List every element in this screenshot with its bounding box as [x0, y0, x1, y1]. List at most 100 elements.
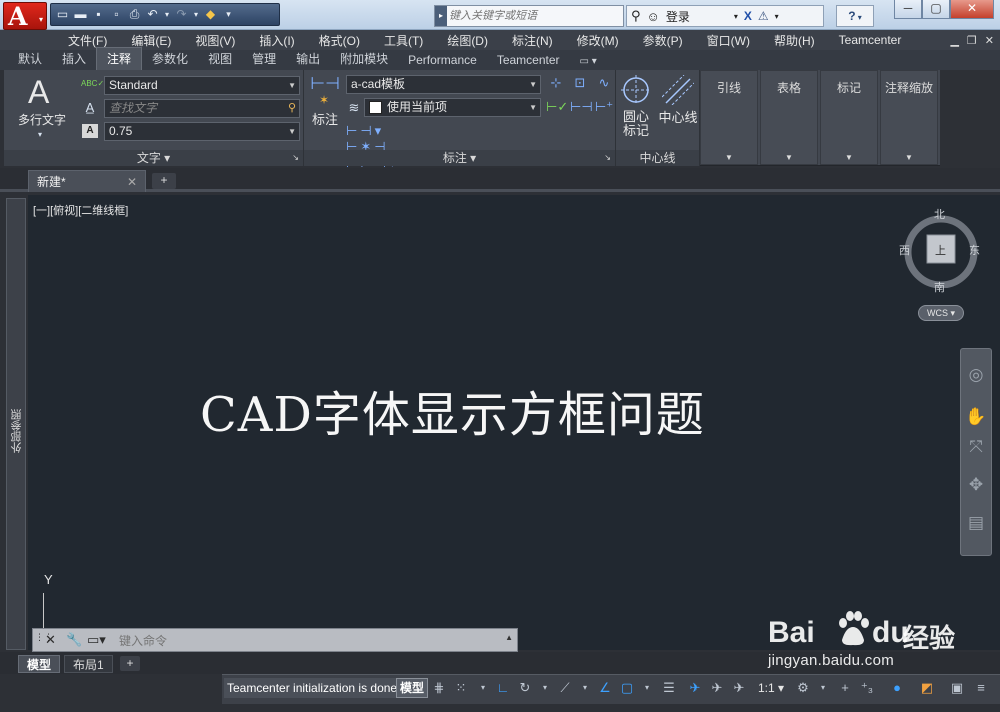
dim-jog-icon[interactable]: ∿	[594, 75, 614, 91]
menu-window[interactable]: 窗口(W)	[695, 32, 762, 49]
panel-leader[interactable]: 引线 ▼	[700, 70, 758, 165]
menu-file[interactable]: 文件(F)	[56, 32, 119, 49]
panel-annoscale-dropdown-icon[interactable]: ▼	[881, 153, 937, 162]
snap-dropdown-icon[interactable]: ▾	[474, 678, 492, 698]
mtext-icon[interactable]: A	[28, 74, 49, 110]
centerline-panel-title[interactable]: 中心线	[616, 150, 699, 166]
isodraft-dropdown-icon[interactable]: ▾	[576, 678, 594, 698]
centerline-icon[interactable]	[662, 75, 694, 105]
command-prompt-icon[interactable]: ▭▾	[87, 632, 106, 648]
mtext-label[interactable]: 多行文字	[12, 112, 72, 128]
panel-markup-dropdown-icon[interactable]: ▼	[821, 153, 877, 162]
pan-icon[interactable]: ✋	[961, 407, 991, 427]
tab-output[interactable]: 输出	[286, 48, 330, 70]
save-icon[interactable]: ▪	[91, 7, 106, 22]
compass-west[interactable]: 西	[899, 242, 910, 258]
compass-north[interactable]: 北	[934, 206, 945, 222]
maximize-button[interactable]: ▢	[922, 0, 950, 19]
dimension-panel-title[interactable]: 标注 ▾ ↘	[304, 150, 615, 166]
doc-restore-icon[interactable]: ❐	[967, 34, 977, 47]
help-button[interactable]: ? ▾	[836, 5, 874, 27]
tab-addins[interactable]: 附加模块	[330, 48, 398, 70]
osnap-dropdown-icon[interactable]: ▾	[638, 678, 656, 698]
save-as-icon[interactable]: ▫	[109, 7, 124, 22]
add-layout-button[interactable]: +	[120, 656, 140, 671]
center-mark-icon[interactable]	[621, 75, 651, 105]
login-link[interactable]: 登录	[666, 8, 690, 25]
mtext-dropdown-icon[interactable]: ▾	[38, 127, 42, 143]
tab-parametric[interactable]: 参数化	[142, 48, 198, 70]
dim-inspect-icon[interactable]: ⊡	[570, 75, 590, 91]
polar-dropdown-icon[interactable]: ▾	[536, 678, 554, 698]
osnap-icon[interactable]: ▢	[618, 678, 636, 698]
new-file-icon[interactable]: ▭	[55, 7, 70, 22]
panel-table[interactable]: 表格 ▼	[760, 70, 818, 165]
close-tab-icon[interactable]: ✕	[127, 171, 137, 193]
model-space-toggle[interactable]: 模型	[396, 678, 429, 698]
showmotion-icon[interactable]: ▤	[961, 513, 991, 533]
viewcube-top-face[interactable]: 上	[935, 242, 946, 258]
search-input[interactable]	[449, 7, 619, 25]
orbit-icon[interactable]: ✥	[961, 475, 991, 495]
menu-help[interactable]: 帮助(H)	[762, 32, 827, 49]
workspace-gear-icon[interactable]: ⚙	[794, 678, 812, 698]
menu-draw[interactable]: 绘图(D)	[435, 32, 500, 49]
dim-reassociate-icon[interactable]: ⊢⊣	[570, 99, 593, 115]
binoculars-icon[interactable]: ⚲	[631, 8, 641, 24]
menu-teamcenter[interactable]: Teamcenter	[827, 33, 914, 47]
lineweight-icon[interactable]: ☰	[660, 678, 678, 698]
dim-update-icon[interactable]: ⊢✓	[546, 99, 568, 115]
compass-east[interactable]: 东	[969, 242, 980, 258]
spellcheck-icon[interactable]: ABC✓	[81, 76, 104, 92]
dimension-icon[interactable]: ⊢⊣	[310, 75, 340, 92]
minimize-button[interactable]: ─	[894, 0, 922, 19]
a360-icon[interactable]: ⚠	[758, 9, 769, 23]
viewport-controls-label[interactable]: [一][俯视][二维线框]	[33, 202, 128, 218]
menu-tools[interactable]: 工具(T)	[372, 32, 435, 49]
workspace-dropdown-icon[interactable]: ▾	[814, 678, 832, 698]
tab-model[interactable]: 模型	[18, 655, 61, 673]
steering-wheel-icon[interactable]: ◎	[961, 365, 991, 385]
doc-close-icon[interactable]: ✕	[985, 34, 994, 47]
isodraft-icon[interactable]: ⟋	[556, 678, 574, 698]
find-text-icon[interactable]: A̲	[82, 100, 98, 116]
open-folder-icon[interactable]: ▬	[73, 7, 88, 22]
doc-minimize-icon[interactable]: ▁	[950, 34, 958, 47]
menu-insert[interactable]: 插入(I)	[247, 32, 306, 49]
tab-view[interactable]: 视图	[198, 48, 242, 70]
menu-dimension[interactable]: 标注(N)	[500, 32, 565, 49]
tab-insert[interactable]: 插入	[52, 48, 96, 70]
redo-dropdown-icon[interactable]: ▾	[192, 7, 200, 22]
auto-scale-icon[interactable]: ✈	[708, 678, 726, 698]
menu-format[interactable]: 格式(O)	[307, 32, 372, 49]
dim-override-icon[interactable]: ⊢⁺	[594, 99, 614, 115]
close-button[interactable]: ✕	[950, 0, 994, 19]
customize-status-icon[interactable]: ≡	[972, 678, 990, 698]
isolate-objects-icon[interactable]: ●	[888, 678, 906, 698]
dim-layer-select[interactable]: 使用当前项 ▼	[364, 98, 541, 117]
snap-icon[interactable]: ⁙	[452, 678, 470, 698]
dimstyle-select[interactable]: a-cad模板 ▼	[346, 75, 541, 94]
panel-annoscale[interactable]: 注释缩放 ▼	[880, 70, 938, 165]
command-history-icon[interactable]: ▲	[505, 633, 513, 642]
annotation-visibility-icon[interactable]: ✈	[686, 678, 704, 698]
login-dropdown-icon[interactable]: ▾	[734, 12, 738, 21]
zoom-extents-icon[interactable]: ⤧	[961, 437, 991, 457]
print-icon[interactable]: ⎙	[127, 7, 142, 22]
compass-south[interactable]: 南	[934, 279, 945, 295]
panel-table-dropdown-icon[interactable]: ▼	[761, 153, 817, 162]
hardware-acceleration-icon[interactable]: ◩	[918, 678, 936, 698]
tab-manage[interactable]: 管理	[242, 48, 286, 70]
tab-performance[interactable]: Performance	[398, 51, 487, 70]
units-icon[interactable]: ⁺₃	[858, 678, 876, 698]
annotation-monitor-icon[interactable]: +	[836, 678, 854, 698]
text-panel-title[interactable]: 文字 ▾ ↘	[4, 150, 303, 166]
text-height-select[interactable]: 0.75 ▼	[104, 122, 300, 141]
find-text-input[interactable]: 查找文字 ⚲	[104, 99, 300, 118]
layers-icon[interactable]: ≋	[346, 100, 362, 116]
clean-screen-icon[interactable]: ▣	[948, 678, 966, 698]
grid-icon[interactable]: ⋕	[430, 678, 448, 698]
polar-icon[interactable]: ↻	[516, 678, 534, 698]
a360-dropdown-icon[interactable]: ▾	[775, 12, 779, 21]
center-mark-label[interactable]: 圆心 标记	[618, 110, 654, 138]
